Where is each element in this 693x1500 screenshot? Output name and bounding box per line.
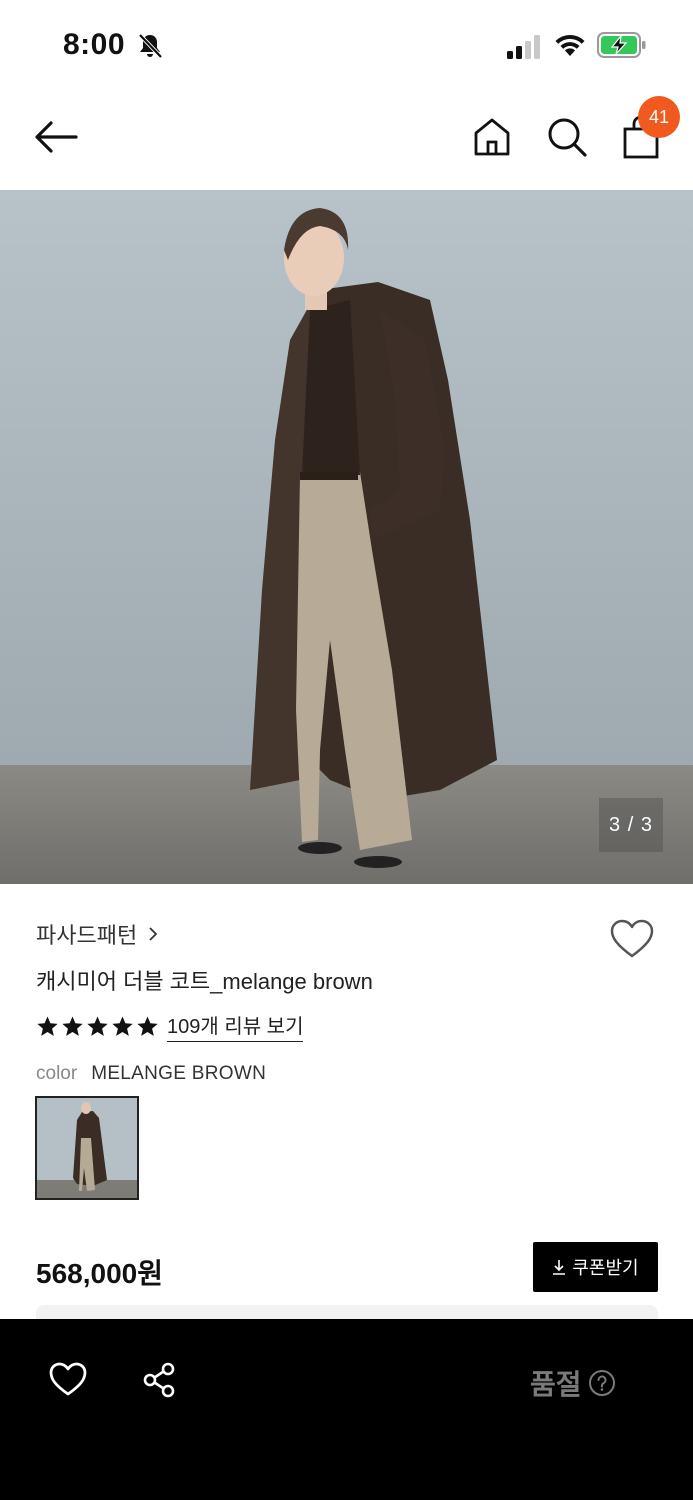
- color-swatch-thumbnail[interactable]: [35, 1096, 139, 1200]
- search-icon[interactable]: [545, 115, 589, 159]
- rating-row: 109개 리뷰 보기: [36, 1010, 304, 1042]
- color-label: color: [36, 1063, 78, 1084]
- brand-link[interactable]: 파사드패턴: [36, 918, 159, 950]
- top-navigation: 41: [0, 92, 693, 190]
- battery-charging-icon: [597, 32, 646, 58]
- cart-count-badge: 41: [638, 96, 680, 138]
- star-icon: [87, 1015, 108, 1036]
- color-row: color MELANGE BROWN: [36, 1063, 266, 1085]
- image-counter: 3 / 3: [599, 798, 663, 852]
- status-time: 8:00: [63, 28, 126, 61]
- sold-out-label: 품절: [530, 1369, 582, 1400]
- star-icon: [137, 1015, 158, 1036]
- star-icon: [112, 1015, 133, 1036]
- product-name: 캐시미어 더블 코트_melange brown: [36, 969, 373, 994]
- star-icon: [62, 1015, 83, 1036]
- signal-icon: [507, 35, 540, 59]
- product-price: 568,000원: [36, 1258, 163, 1289]
- rating-stars: [36, 1015, 159, 1038]
- status-bar: 8:00: [0, 0, 693, 92]
- bell-muted-icon: [138, 33, 163, 59]
- download-icon: [553, 1260, 566, 1275]
- brand-name: 파사드패턴: [36, 923, 138, 948]
- bottom-action-bar: 품절: [0, 1319, 693, 1500]
- sold-out-status: 품절: [530, 1363, 616, 1403]
- share-icon[interactable]: [141, 1361, 177, 1399]
- wifi-icon: [555, 34, 585, 56]
- like-heart-icon[interactable]: [48, 1361, 88, 1397]
- review-link[interactable]: 109개 리뷰 보기: [167, 1010, 304, 1042]
- star-icon: [37, 1015, 58, 1036]
- help-question-icon[interactable]: [588, 1369, 616, 1397]
- product-image-carousel[interactable]: 3 / 3: [0, 190, 693, 884]
- color-value: MELANGE BROWN: [91, 1063, 267, 1084]
- chevron-right-icon: [149, 927, 158, 941]
- coupon-button-label: 쿠폰받기: [572, 1258, 639, 1278]
- thumbnail-photo: [37, 1098, 137, 1198]
- home-icon[interactable]: [472, 116, 512, 158]
- product-photo: [0, 190, 693, 884]
- back-arrow-icon[interactable]: [32, 116, 80, 158]
- download-coupon-button[interactable]: 쿠폰받기: [533, 1242, 658, 1292]
- wishlist-heart-icon[interactable]: [609, 918, 655, 960]
